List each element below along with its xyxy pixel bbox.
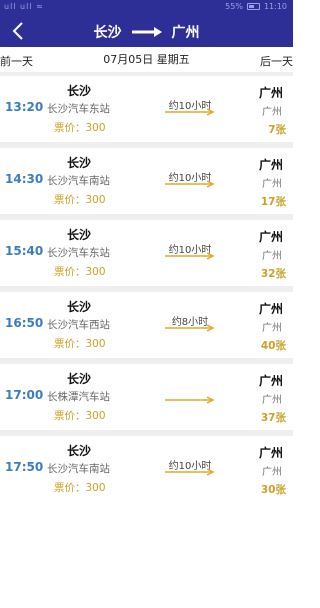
current-date: 07月05日 星期五 bbox=[103, 53, 190, 66]
destination-city: 广州 bbox=[259, 374, 284, 388]
departure-station: 长沙汽车西站 bbox=[47, 319, 110, 331]
ticket-price: 票价：300 bbox=[54, 266, 106, 278]
destination-station: 广州 bbox=[262, 179, 282, 190]
destination-city: 广州 bbox=[259, 302, 284, 316]
departure-time: 17:00 bbox=[5, 388, 44, 402]
seats-left: 7张 bbox=[268, 124, 286, 136]
trip-card[interactable]: 15:40 长沙 长沙汽车东站 票价：300 约10小时 广州 广州 32张 bbox=[0, 220, 293, 286]
battery-icon bbox=[246, 3, 260, 10]
seats-left: 37张 bbox=[260, 412, 286, 424]
origin-city: 长沙 bbox=[67, 300, 92, 314]
destination-city: 广州 bbox=[259, 230, 284, 244]
battery-percent: 55% bbox=[225, 2, 243, 11]
origin-city: 长沙 bbox=[93, 25, 122, 41]
trip-card[interactable]: 17:00 长沙 长株潭汽车站 票价：300 广州 广州 37张 bbox=[0, 364, 293, 430]
arrow-right-icon bbox=[165, 108, 215, 116]
destination-city: 广州 bbox=[259, 446, 284, 460]
departure-time: 14:30 bbox=[5, 172, 44, 186]
status-right: 55% 11:10 bbox=[225, 2, 287, 11]
date-bar: 前一天 07月05日 星期五 后一天 bbox=[0, 47, 293, 72]
origin-city: 长沙 bbox=[67, 228, 92, 242]
destination-city: 广州 bbox=[259, 158, 284, 172]
destination-city: 广州 bbox=[259, 86, 284, 100]
arrow-right-icon bbox=[165, 252, 215, 260]
origin-city: 长沙 bbox=[67, 444, 92, 458]
origin-city: 长沙 bbox=[67, 156, 92, 170]
empty-area bbox=[0, 508, 293, 608]
seats-left: 40张 bbox=[260, 340, 286, 352]
app-header: 长沙 广州 bbox=[0, 15, 293, 47]
departure-station: 长沙汽车东站 bbox=[47, 247, 110, 259]
trip-card[interactable]: 17:50 长沙 长沙汽车南站 票价：300 约10小时 广州 广州 30张 bbox=[0, 436, 293, 502]
departure-station: 长沙汽车东站 bbox=[47, 103, 110, 115]
origin-city: 长沙 bbox=[67, 372, 92, 386]
trip-card[interactable]: 13:20 长沙 长沙汽车东站 票价：300 约10小时 广州 广州 7张 bbox=[0, 76, 293, 142]
ticket-price: 票价：300 bbox=[54, 338, 106, 350]
departure-station: 长沙汽车南站 bbox=[47, 463, 110, 475]
seats-left: 32张 bbox=[260, 268, 286, 280]
departure-station: 长沙汽车南站 bbox=[47, 175, 110, 187]
origin-city: 长沙 bbox=[67, 84, 92, 98]
departure-time: 15:40 bbox=[5, 244, 44, 258]
arrow-right-icon bbox=[165, 468, 215, 476]
destination-station: 广州 bbox=[262, 251, 282, 262]
status-bar: ull ull ≈ 55% 11:10 bbox=[0, 0, 293, 15]
trip-card[interactable]: 16:50 长沙 长沙汽车西站 票价：300 约8小时 广州 广州 40张 bbox=[0, 292, 293, 358]
ticket-price: 票价：300 bbox=[54, 122, 106, 134]
signal-icons: ull ull ≈ bbox=[4, 2, 44, 11]
destination-station: 广州 bbox=[262, 395, 282, 406]
arrow-right-icon bbox=[131, 27, 162, 37]
destination-station: 广州 bbox=[262, 323, 282, 334]
seats-left: 30张 bbox=[260, 484, 286, 496]
destination-city: 广州 bbox=[171, 25, 200, 41]
route-title: 长沙 广州 bbox=[0, 22, 293, 42]
departure-station: 长株潭汽车站 bbox=[47, 391, 110, 403]
arrow-right-icon bbox=[165, 180, 215, 188]
status-time: 11:10 bbox=[263, 2, 287, 11]
ticket-price: 票价：300 bbox=[54, 482, 106, 494]
destination-station: 广州 bbox=[262, 467, 282, 478]
ticket-price: 票价：300 bbox=[54, 194, 106, 206]
trip-card[interactable]: 14:30 长沙 长沙汽车南站 票价：300 约10小时 广州 广州 17张 bbox=[0, 148, 293, 214]
arrow-right-icon bbox=[165, 324, 215, 332]
departure-time: 17:50 bbox=[5, 460, 44, 474]
seats-left: 17张 bbox=[260, 196, 286, 208]
ticket-price: 票价：300 bbox=[54, 410, 106, 422]
trip-list: 13:20 长沙 长沙汽车东站 票价：300 约10小时 广州 广州 7张 14… bbox=[0, 72, 293, 502]
destination-station: 广州 bbox=[262, 107, 282, 118]
arrow-right-icon bbox=[165, 396, 215, 404]
departure-time: 16:50 bbox=[5, 316, 44, 330]
next-day-button[interactable]: 后一天 bbox=[260, 53, 293, 69]
departure-time: 13:20 bbox=[5, 100, 44, 114]
